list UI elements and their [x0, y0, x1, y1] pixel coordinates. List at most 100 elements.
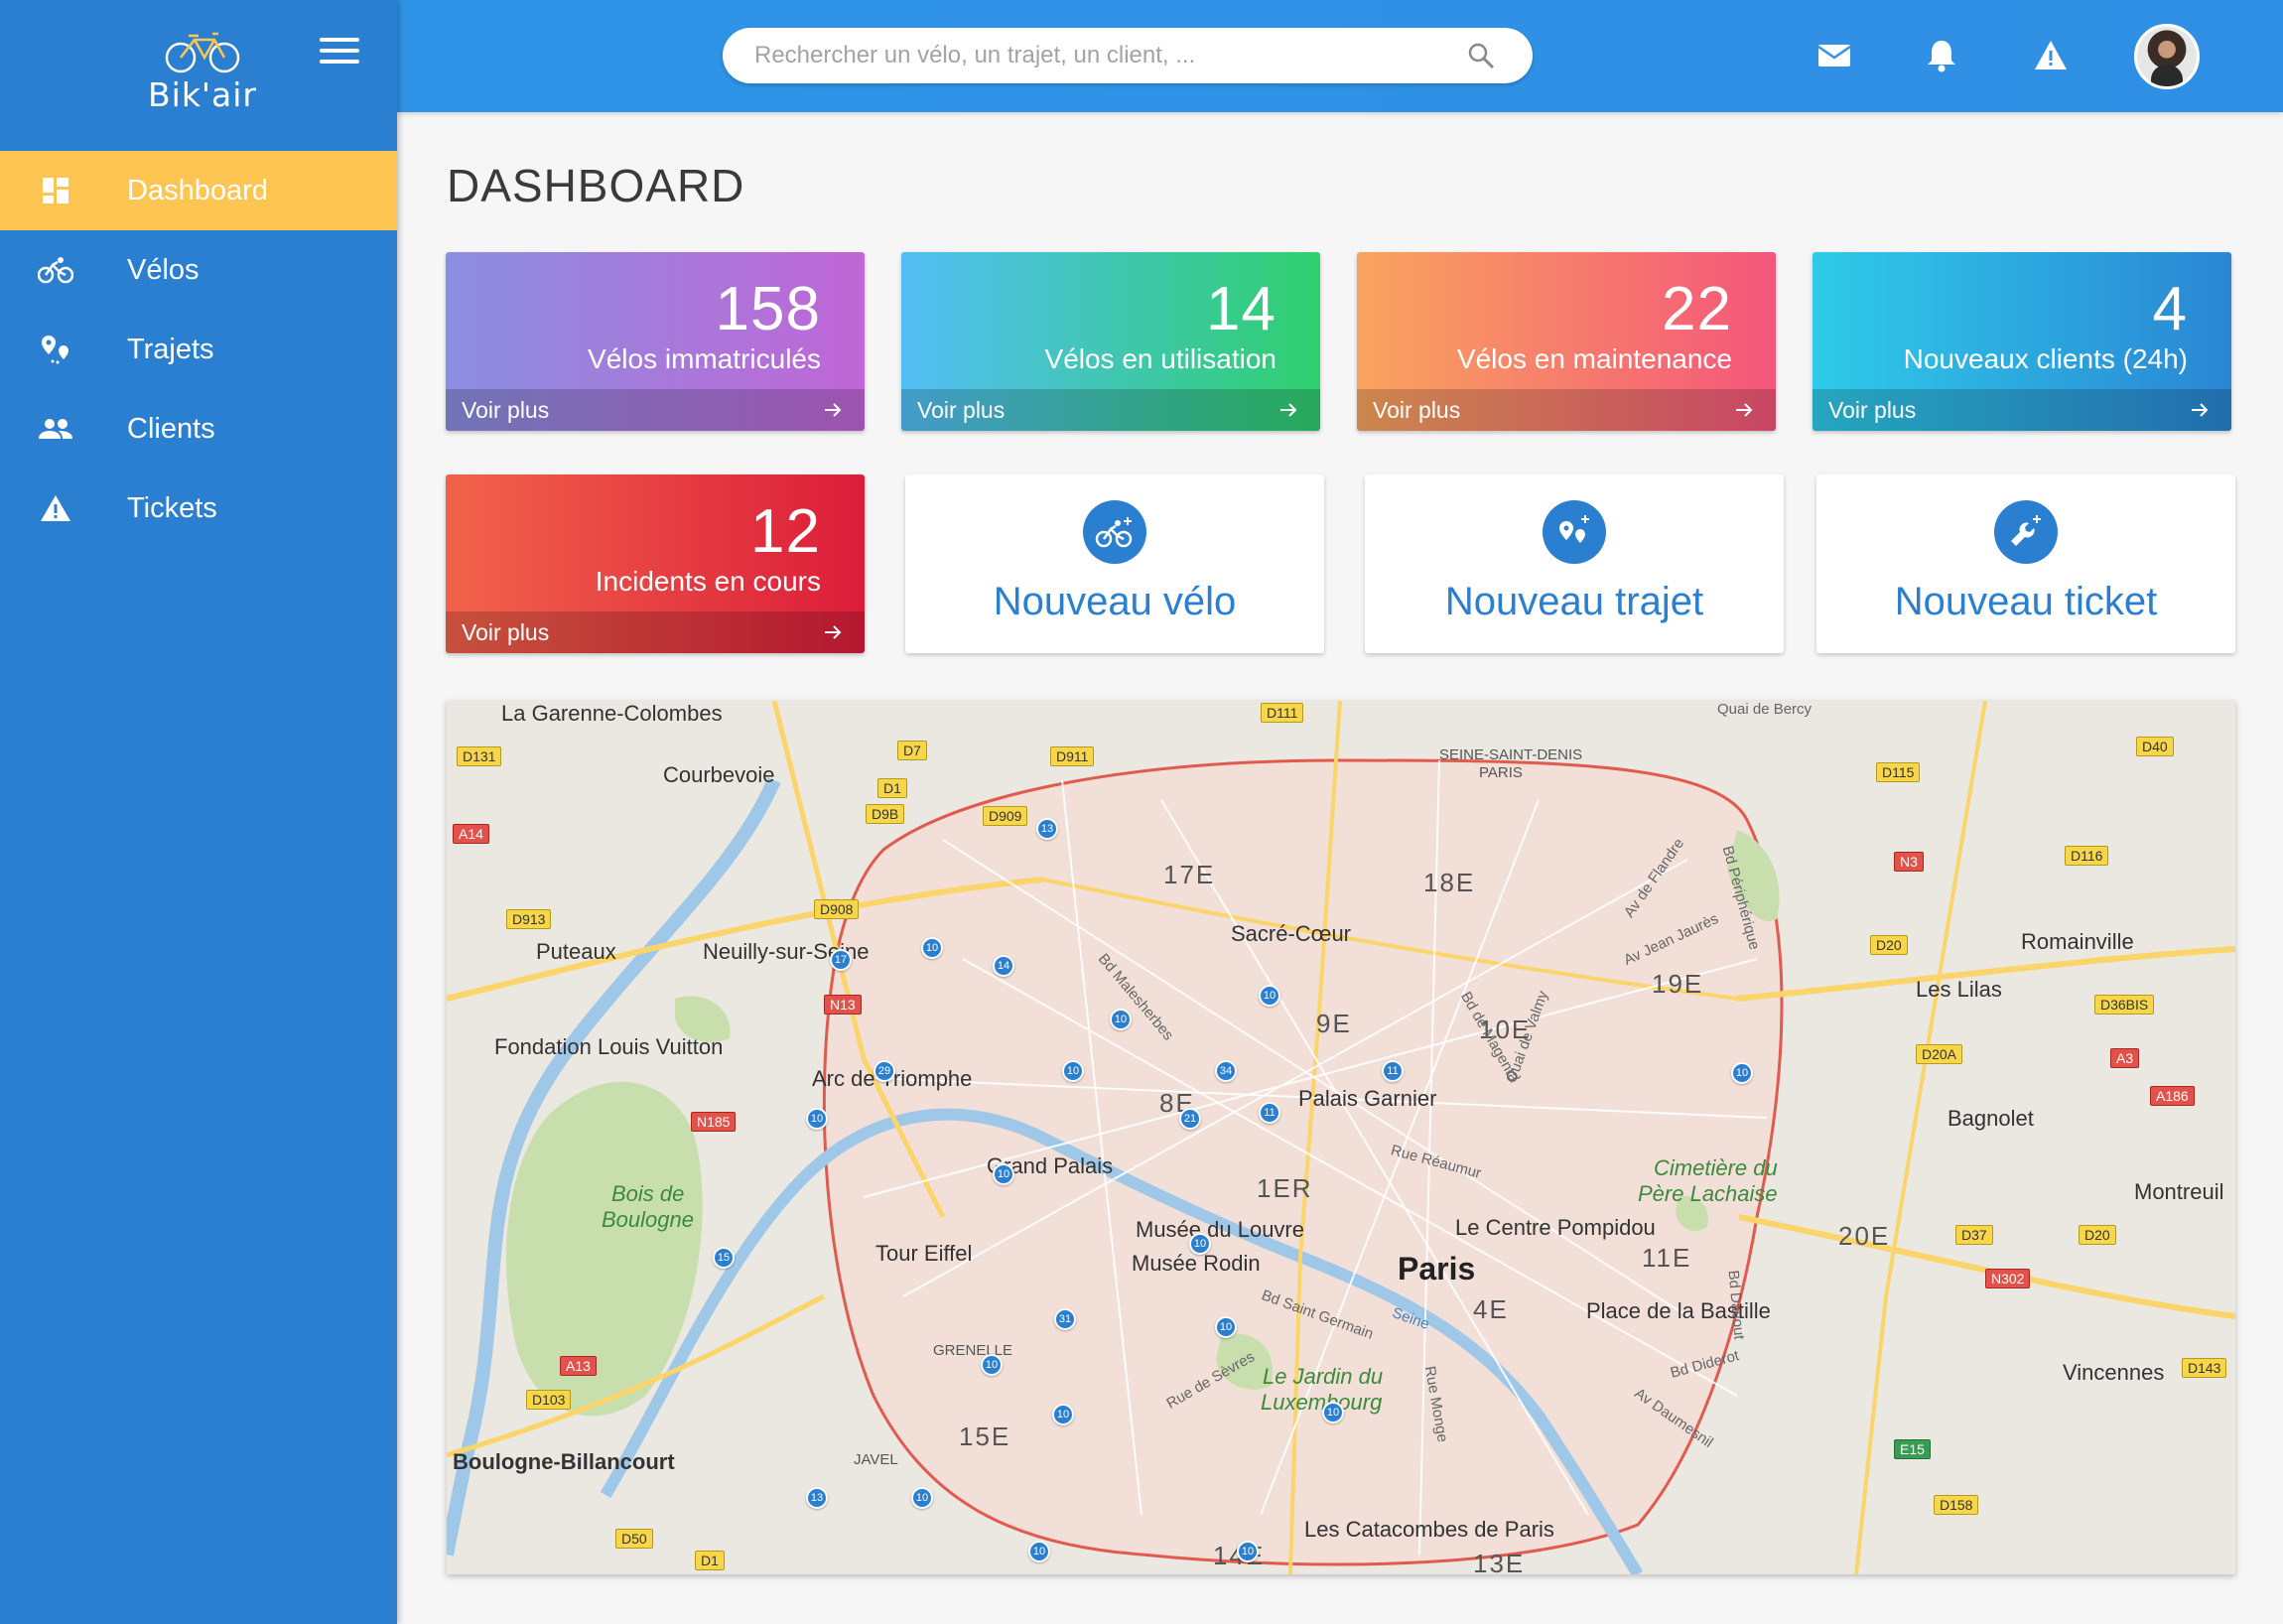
mail-icon[interactable] — [1816, 38, 1852, 73]
stat-card-bikes-in-use: 14 Vélos en utilisation Voir plus — [901, 252, 1320, 431]
bike-cluster-marker[interactable]: 13 — [1036, 818, 1058, 840]
road-shield: D131 — [457, 746, 502, 766]
user-avatar[interactable] — [2134, 24, 2200, 89]
search-input[interactable] — [754, 28, 1449, 83]
app-name: Bik'air — [148, 75, 257, 114]
bike-cluster-marker[interactable]: 34 — [1215, 1060, 1237, 1082]
arrow-right-icon — [1280, 403, 1297, 417]
road-shield: A3 — [2110, 1048, 2140, 1068]
new-bike-button[interactable]: Nouveau vélo — [905, 474, 1324, 653]
bike-cluster-marker[interactable]: 10 — [1028, 1541, 1050, 1562]
add-bike-icon — [1083, 500, 1146, 564]
bike-cluster-marker[interactable]: 10 — [981, 1354, 1003, 1376]
bike-cluster-marker[interactable]: 10 — [1052, 1404, 1074, 1425]
search-icon[interactable] — [1467, 42, 1495, 69]
sidebar-item-dashboard[interactable]: Dashboard — [0, 151, 397, 230]
bike-cluster-marker[interactable]: 10 — [806, 1108, 828, 1130]
people-icon — [36, 409, 75, 449]
bike-cluster-marker[interactable]: 10 — [1322, 1402, 1344, 1423]
stat-card-registered-bikes: 158 Vélos immatriculés Voir plus — [446, 252, 865, 431]
map-place-label: Les Lilas — [1916, 977, 2002, 1002]
bike-cluster-marker[interactable]: 13 — [806, 1487, 828, 1509]
bike-cluster-marker[interactable]: 11 — [1382, 1060, 1404, 1082]
road-shield: A13 — [560, 1356, 597, 1376]
map-place-label: Boulogne-Billancourt — [453, 1449, 675, 1474]
see-more-link[interactable]: Voir plus — [901, 389, 1320, 431]
map-place-label: Le Jardin du — [1263, 1364, 1384, 1389]
new-route-button[interactable]: Nouveau trajet — [1365, 474, 1784, 653]
arrow-right-icon — [825, 625, 842, 639]
bike-cluster-marker[interactable]: 10 — [1062, 1060, 1084, 1082]
road-shield: D115 — [1876, 762, 1921, 782]
map-place-label: Musée du Louvre — [1136, 1217, 1304, 1242]
road-shield: D7 — [897, 741, 927, 760]
new-ticket-button[interactable]: Nouveau ticket — [1816, 474, 2235, 653]
bike-cluster-marker[interactable]: 15 — [713, 1247, 735, 1269]
city-map[interactable]: La Garenne-Colombes Courbevoie Puteaux N… — [447, 701, 2235, 1574]
arrow-right-icon — [2192, 403, 2209, 417]
arrow-right-icon — [1736, 403, 1753, 417]
road-shield: N185 — [691, 1112, 737, 1132]
bike-cluster-marker[interactable]: 10 — [1259, 985, 1280, 1007]
bike-cluster-marker[interactable]: 10 — [1110, 1009, 1132, 1030]
map-place-label: Sacré-Cœur — [1231, 921, 1352, 946]
bike-cluster-marker[interactable]: 17 — [830, 949, 852, 971]
alert-icon[interactable] — [2033, 38, 2069, 73]
road-shield: D909 — [983, 806, 1028, 826]
map-place-label: Tour Eiffel — [875, 1241, 973, 1266]
road-shield: D103 — [526, 1390, 572, 1410]
bike-cluster-marker[interactable]: 10 — [1215, 1316, 1237, 1338]
see-more-label: Voir plus — [1828, 396, 1917, 423]
bike-cluster-marker[interactable]: 11 — [1259, 1102, 1280, 1124]
road-shield: D111 — [1261, 703, 1304, 723]
bike-cluster-marker[interactable]: 10 — [921, 937, 943, 959]
map-district-label: 19E — [1652, 969, 1704, 999]
see-more-link[interactable]: Voir plus — [446, 611, 865, 653]
see-more-link[interactable]: Voir plus — [1357, 389, 1776, 431]
map-district-label: 1ER — [1257, 1173, 1313, 1203]
map-place-label: Vincennes — [2063, 1360, 2165, 1385]
sidebar: Bik'air Dashboard Vélos Trajets Clients — [0, 0, 397, 1624]
bike-cluster-marker[interactable]: 29 — [873, 1060, 895, 1082]
road-shield: D116 — [2065, 846, 2109, 866]
sidebar-item-clients[interactable]: Clients — [0, 389, 397, 469]
stat-card-incidents: 12 Incidents en cours Voir plus — [446, 474, 865, 653]
sidebar-item-label: Clients — [127, 412, 215, 445]
map-district-label: 9E — [1316, 1009, 1352, 1038]
sidebar-item-velos[interactable]: Vélos — [0, 230, 397, 310]
bike-cluster-marker[interactable]: 10 — [1189, 1233, 1211, 1255]
bike-cluster-marker[interactable]: 10 — [1237, 1541, 1259, 1562]
sidebar-item-trajets[interactable]: Trajets — [0, 310, 397, 389]
map-place-label: Musée Rodin — [1132, 1251, 1261, 1276]
bike-cluster-marker[interactable]: 21 — [1179, 1108, 1201, 1130]
road-shield: D20 — [2079, 1225, 2116, 1245]
see-more-link[interactable]: Voir plus — [1813, 389, 2231, 431]
stat-label: Vélos immatriculés — [588, 343, 821, 374]
see-more-label: Voir plus — [917, 396, 1006, 423]
see-more-link[interactable]: Voir plus — [446, 389, 865, 431]
bell-icon[interactable] — [1924, 38, 1959, 73]
map-district-label: 18E — [1423, 868, 1476, 897]
sidebar-item-label: Vélos — [127, 253, 200, 286]
bike-cluster-marker[interactable]: 10 — [993, 1163, 1014, 1185]
app-logo[interactable]: Bik'air — [143, 30, 262, 124]
bike-logo-icon — [165, 32, 240, 73]
map-place-label: Montreuil — [2134, 1179, 2224, 1204]
sidebar-item-tickets[interactable]: Tickets — [0, 469, 397, 548]
bike-cluster-marker[interactable]: 14 — [993, 955, 1014, 977]
bike-cluster-marker[interactable]: 10 — [1731, 1062, 1753, 1084]
map-place-label: Paris — [1398, 1251, 1476, 1286]
road-shield: D1 — [877, 778, 907, 798]
road-shield: A14 — [453, 824, 489, 844]
stat-card-bikes-maintenance: 22 Vélos en maintenance Voir plus — [1357, 252, 1776, 431]
menu-toggle-icon[interactable] — [320, 38, 359, 66]
route-pins-icon — [36, 330, 75, 369]
bike-cluster-marker[interactable]: 10 — [911, 1487, 933, 1509]
map-place-label: Le Centre Pompidou — [1455, 1215, 1656, 1240]
bike-cluster-marker[interactable]: 31 — [1054, 1308, 1076, 1330]
map-place-label: SEINE-SAINT-DENIS — [1439, 746, 1583, 763]
road-shield: N302 — [1985, 1269, 2031, 1288]
action-label: Nouveau vélo — [993, 580, 1237, 623]
road-shield: D20A — [1916, 1044, 1963, 1064]
map-district-label: 11E — [1642, 1243, 1692, 1273]
